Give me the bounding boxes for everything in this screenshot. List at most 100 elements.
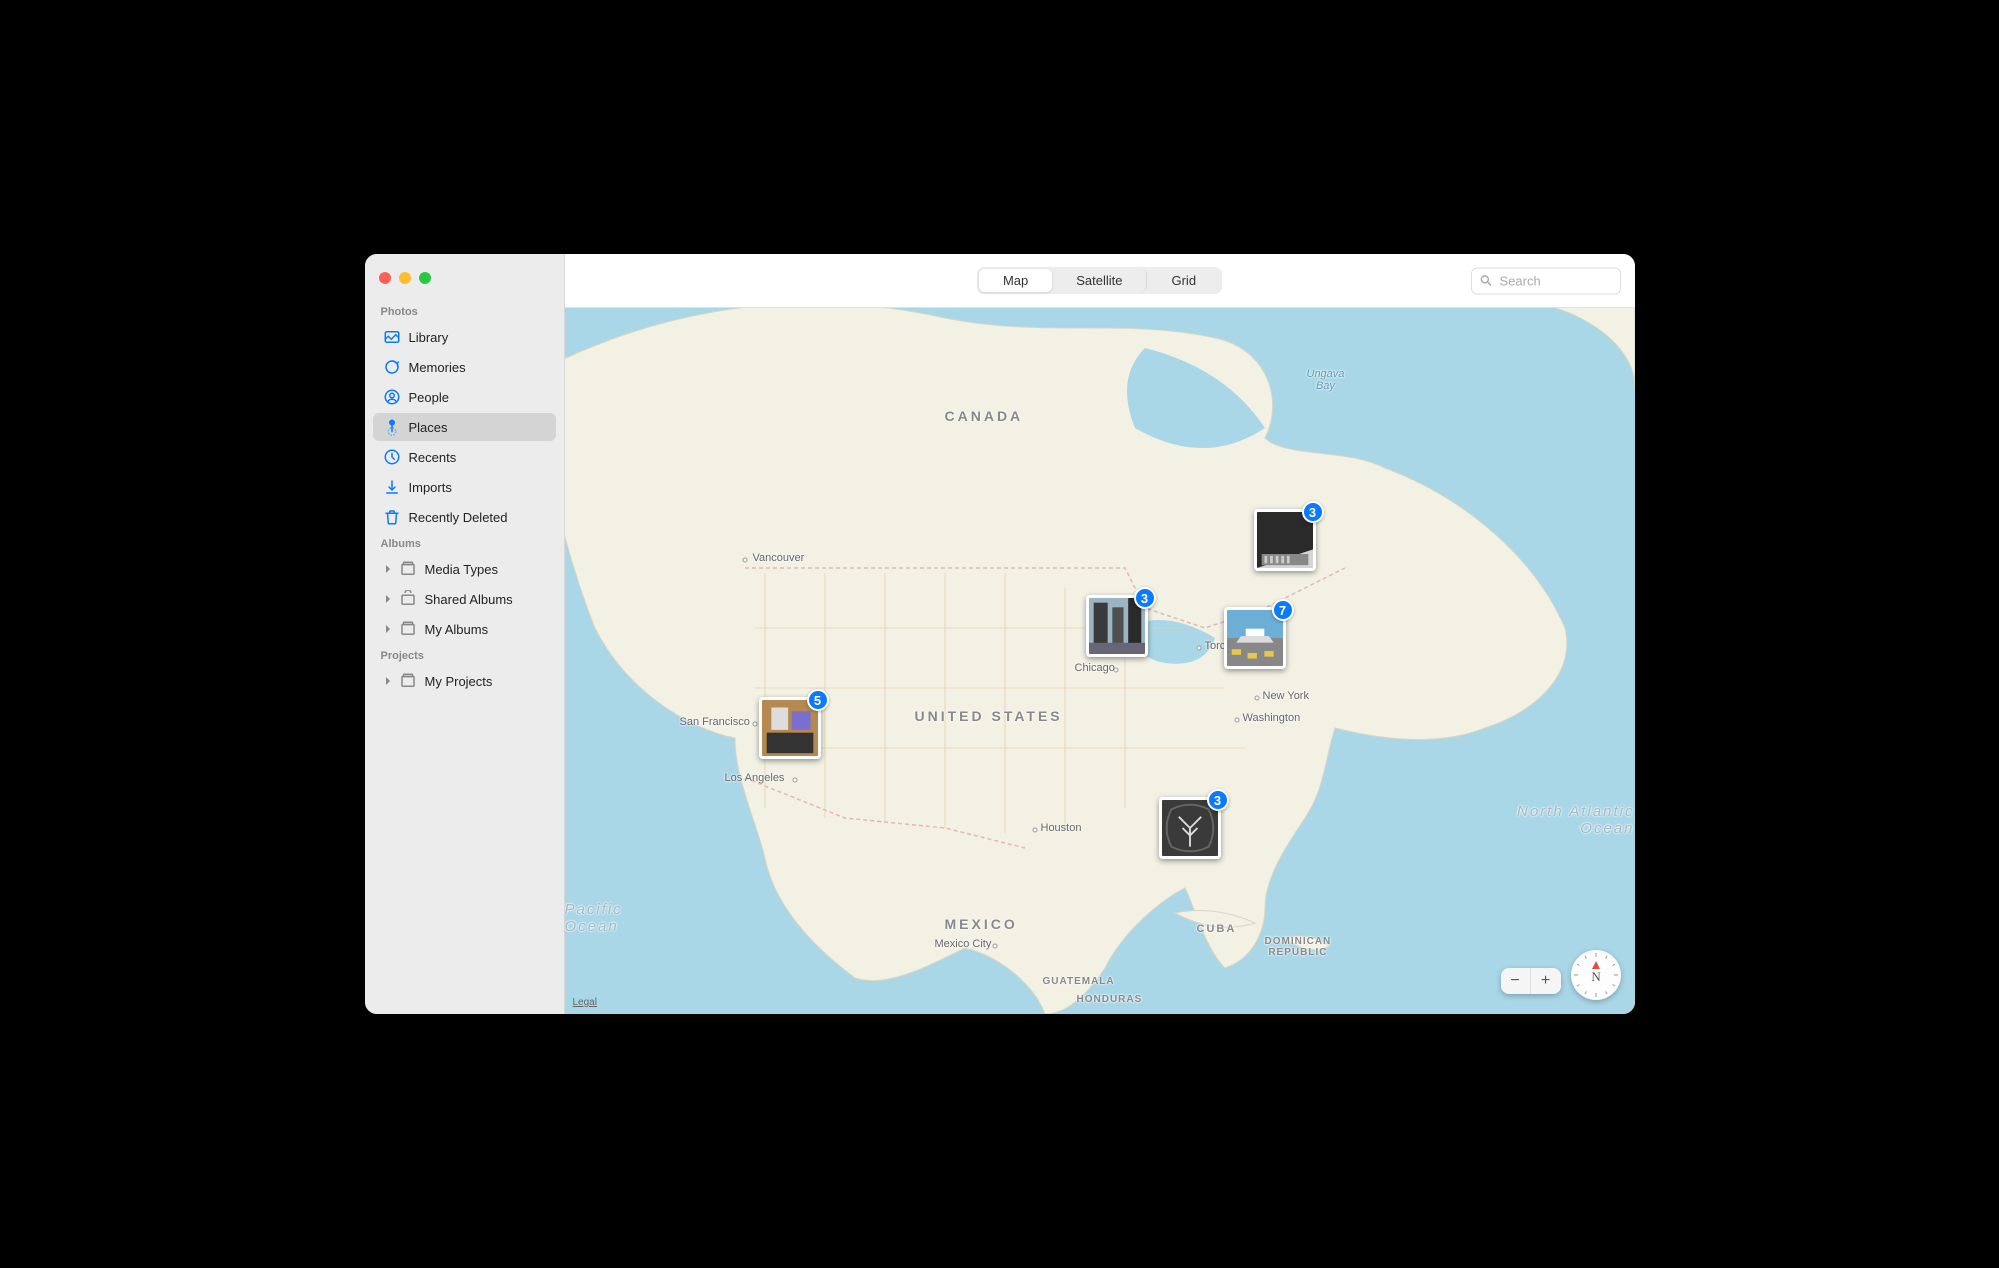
zoom-in-button[interactable]: + bbox=[1531, 968, 1561, 994]
city-dot bbox=[752, 722, 757, 727]
photo-count-badge: 7 bbox=[1272, 599, 1294, 621]
sidebar-item-library[interactable]: Library bbox=[373, 323, 556, 351]
app-window: Photos Library Memories People Places bbox=[365, 254, 1635, 1014]
map-label-city: Chicago bbox=[1075, 662, 1115, 674]
city-dot bbox=[1254, 696, 1259, 701]
sidebar-item-label: Memories bbox=[409, 360, 466, 375]
search-input[interactable] bbox=[1471, 267, 1621, 294]
close-window-button[interactable] bbox=[379, 272, 391, 284]
photo-cluster-pin[interactable]: 3 bbox=[1159, 797, 1221, 859]
city-dot bbox=[742, 558, 747, 563]
minimize-window-button[interactable] bbox=[399, 272, 411, 284]
map-label-ocean: Pacific Ocean bbox=[565, 901, 623, 935]
photo-count-badge: 3 bbox=[1207, 789, 1229, 811]
view-mode-segmented-control: Map Satellite Grid bbox=[977, 267, 1222, 294]
folder-icon bbox=[399, 620, 417, 638]
sidebar-item-imports[interactable]: Imports bbox=[373, 473, 556, 501]
zoom-out-button[interactable]: − bbox=[1501, 968, 1531, 994]
city-dot bbox=[1196, 646, 1201, 651]
photo-cluster-pin[interactable]: 7 bbox=[1224, 607, 1286, 669]
sidebar-item-label: People bbox=[409, 390, 449, 405]
sidebar-item-label: Shared Albums bbox=[425, 592, 513, 607]
map-label-bay: Ungava Bay bbox=[1307, 368, 1345, 392]
folder-icon bbox=[399, 672, 417, 690]
sidebar-item-label: My Albums bbox=[425, 622, 489, 637]
map-label-country: CANADA bbox=[945, 408, 1024, 424]
shared-albums-icon bbox=[399, 590, 417, 608]
sidebar-item-label: Recently Deleted bbox=[409, 510, 508, 525]
sidebar-item-label: Imports bbox=[409, 480, 452, 495]
search-icon bbox=[1479, 274, 1493, 288]
folder-icon bbox=[399, 560, 417, 578]
map-label-country: GUATEMALA bbox=[1043, 976, 1115, 987]
sidebar-item-shared-albums[interactable]: Shared Albums bbox=[373, 585, 556, 613]
chevron-right-icon bbox=[383, 564, 393, 574]
map-label-city: Houston bbox=[1041, 822, 1082, 834]
sidebar-item-media-types[interactable]: Media Types bbox=[373, 555, 556, 583]
map-legal-link[interactable]: Legal bbox=[573, 997, 597, 1008]
sidebar-section-header-photos: Photos bbox=[365, 300, 564, 322]
city-dot bbox=[1234, 718, 1239, 723]
city-dot bbox=[992, 944, 997, 949]
map-canvas bbox=[565, 308, 1635, 1014]
toolbar: Map Satellite Grid bbox=[565, 254, 1635, 308]
sidebar-item-recents[interactable]: Recents bbox=[373, 443, 556, 471]
map-label-country: DOMINICAN REPUBLIC bbox=[1265, 936, 1332, 958]
chevron-right-icon bbox=[383, 676, 393, 686]
photo-cluster-pin[interactable]: 3 bbox=[1254, 509, 1316, 571]
sidebar-section-header-albums: Albums bbox=[365, 532, 564, 554]
sidebar-item-my-projects[interactable]: My Projects bbox=[373, 667, 556, 695]
sidebar-item-label: My Projects bbox=[425, 674, 493, 689]
compass-north-label: N bbox=[1591, 969, 1601, 984]
sidebar: Photos Library Memories People Places bbox=[365, 254, 565, 1014]
map-label-city: Washington bbox=[1243, 712, 1301, 724]
library-icon bbox=[383, 328, 401, 346]
map-label-country: HONDURAS bbox=[1077, 994, 1143, 1005]
photo-cluster-pin[interactable]: 5 bbox=[759, 697, 821, 759]
chevron-right-icon bbox=[383, 624, 393, 634]
photo-count-badge: 3 bbox=[1302, 501, 1324, 523]
zoom-control: − + bbox=[1501, 968, 1561, 994]
people-icon bbox=[383, 388, 401, 406]
window-controls bbox=[365, 264, 564, 300]
sidebar-item-label: Media Types bbox=[425, 562, 498, 577]
map-label-city: Torc bbox=[1205, 640, 1226, 652]
map-label-country: CUBA bbox=[1197, 923, 1237, 935]
sidebar-item-label: Places bbox=[409, 420, 448, 435]
memories-icon bbox=[383, 358, 401, 376]
photo-count-badge: 5 bbox=[807, 689, 829, 711]
map-label-city: San Francisco bbox=[680, 716, 750, 728]
segment-satellite[interactable]: Satellite bbox=[1052, 269, 1147, 292]
sidebar-item-memories[interactable]: Memories bbox=[373, 353, 556, 381]
photo-count-badge: 3 bbox=[1134, 587, 1156, 609]
sidebar-section-header-projects: Projects bbox=[365, 644, 564, 666]
map-label-country: UNITED STATES bbox=[915, 708, 1063, 724]
map-label-country: MEXICO bbox=[945, 916, 1018, 932]
map-label-city: Mexico City bbox=[935, 938, 992, 950]
fullscreen-window-button[interactable] bbox=[419, 272, 431, 284]
recents-icon bbox=[383, 448, 401, 466]
map-label-ocean: North Atlantic Ocean bbox=[1517, 803, 1634, 837]
main-content: Map Satellite Grid bbox=[565, 254, 1635, 1014]
city-dot bbox=[792, 778, 797, 783]
sidebar-item-people[interactable]: People bbox=[373, 383, 556, 411]
sidebar-item-places[interactable]: Places bbox=[373, 413, 556, 441]
trash-icon bbox=[383, 508, 401, 526]
sidebar-item-my-albums[interactable]: My Albums bbox=[373, 615, 556, 643]
sidebar-item-label: Library bbox=[409, 330, 449, 345]
map-label-city: Los Angeles bbox=[725, 772, 785, 784]
places-icon bbox=[383, 418, 401, 436]
map-label-city: New York bbox=[1263, 690, 1309, 702]
city-dot bbox=[1032, 828, 1037, 833]
chevron-right-icon bbox=[383, 594, 393, 604]
sidebar-item-recently-deleted[interactable]: Recently Deleted bbox=[373, 503, 556, 531]
segment-grid[interactable]: Grid bbox=[1147, 269, 1220, 292]
search-container bbox=[1471, 267, 1621, 294]
segment-map[interactable]: Map bbox=[979, 269, 1052, 292]
compass-control[interactable]: N bbox=[1571, 950, 1621, 1000]
sidebar-item-label: Recents bbox=[409, 450, 457, 465]
photo-cluster-pin[interactable]: 3 bbox=[1086, 595, 1148, 657]
imports-icon bbox=[383, 478, 401, 496]
map-view[interactable]: CANADA UNITED STATES MEXICO CUBA DOMINIC… bbox=[565, 308, 1635, 1014]
map-label-city: Vancouver bbox=[753, 552, 805, 564]
